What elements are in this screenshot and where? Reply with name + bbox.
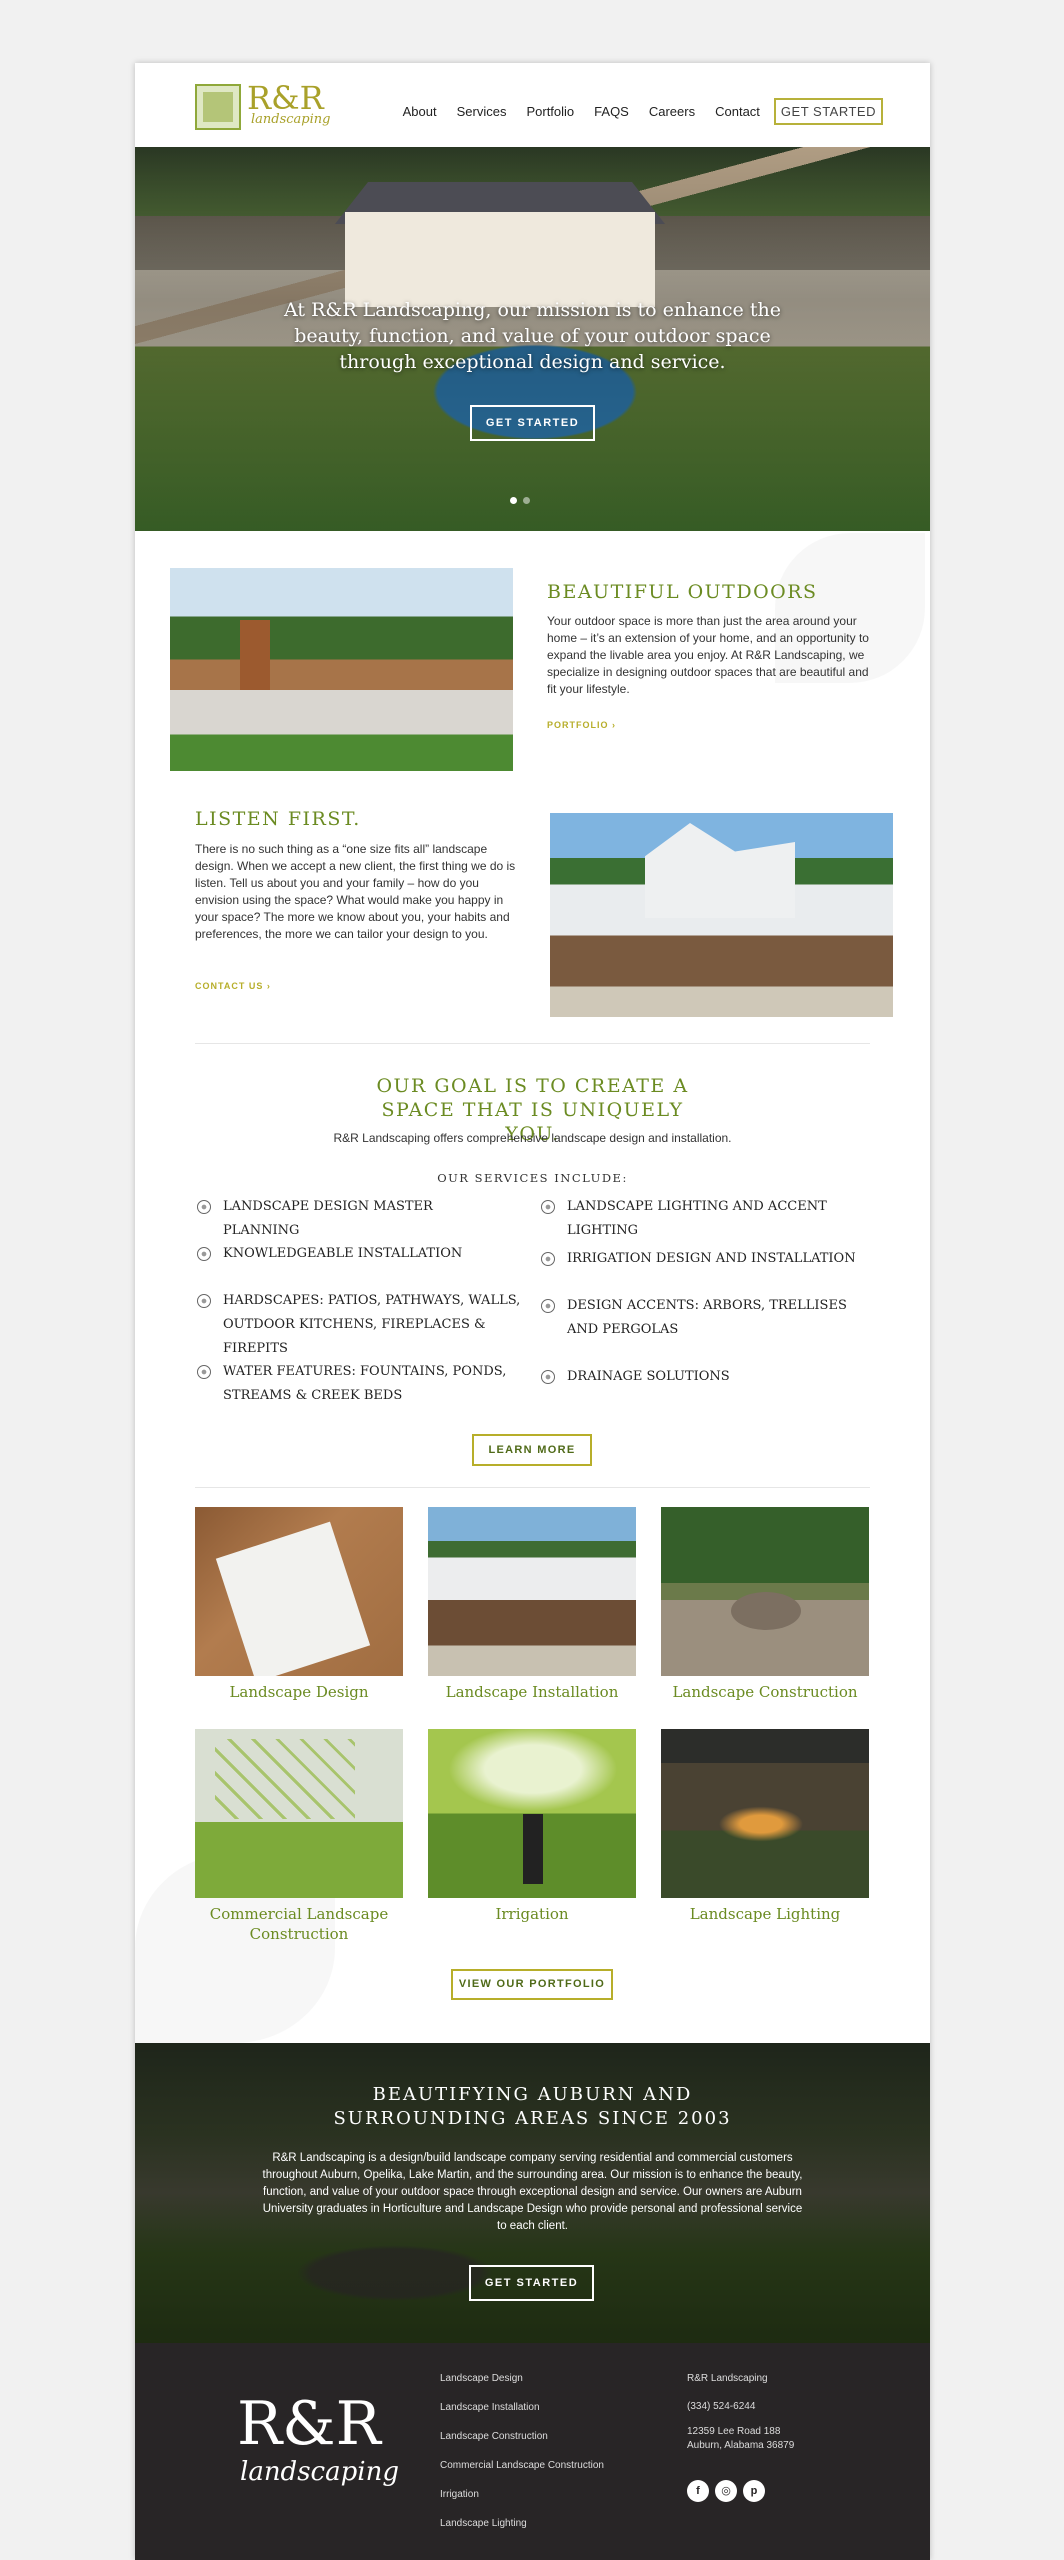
irrigation-photo[interactable] [428, 1729, 636, 1898]
logo-main-text: R&R [247, 79, 324, 117]
footer-link[interactable]: Landscape Installation [440, 2402, 604, 2431]
banner-title: BEAUTIFYING AUBURN AND SURROUNDING AREAS… [135, 2083, 930, 2131]
about-banner: BEAUTIFYING AUBURN AND SURROUNDING AREAS… [135, 2043, 930, 2343]
facebook-icon[interactable]: f [687, 2480, 709, 2502]
footer-link[interactable]: Landscape Lighting [440, 2518, 604, 2547]
portfolio-link[interactable]: PORTFOLIO › [547, 720, 616, 730]
footer-link[interactable]: Irrigation [440, 2489, 604, 2518]
nav-services[interactable]: Services [457, 104, 507, 119]
hero-house [345, 212, 655, 307]
service-badge-icon [197, 1294, 211, 1308]
service-label: LANDSCAPE DESIGN MASTER PLANNING [223, 1199, 433, 1238]
service-label: DRAINAGE SOLUTIONS [567, 1369, 730, 1384]
divider [195, 1043, 870, 1044]
service-badge-icon [197, 1365, 211, 1379]
slider-dot[interactable] [510, 497, 517, 504]
service-badge-icon [197, 1200, 211, 1214]
footer-links: Landscape Design Landscape Installation … [440, 2373, 604, 2547]
landscape-construction-photo[interactable] [661, 1507, 869, 1676]
service-label: HARDSCAPES: PATIOS, PATHWAYS, WALLS, OUT… [223, 1293, 521, 1356]
footer-phone[interactable]: (334) 524-6244 [687, 2400, 794, 2414]
service-badge-icon [197, 1247, 211, 1261]
nav-contact[interactable]: Contact [715, 104, 760, 119]
gallery-caption[interactable]: Landscape Design [195, 1682, 403, 1702]
banner-get-started-button[interactable]: GET STARTED [469, 2265, 594, 2301]
listen-text: There is no such thing as a “one size fi… [195, 842, 516, 941]
service-badge-icon [541, 1370, 555, 1384]
nav-about[interactable]: About [403, 104, 437, 119]
service-label: WATER FEATURES: FOUNTAINS, PONDS, STREAM… [223, 1364, 507, 1403]
site-header: R&R landscaping About Services Portfolio… [135, 63, 930, 147]
outdoors-title: BEAUTIFUL OUTDOORS [547, 581, 818, 603]
listen-title: LISTEN FIRST. [195, 808, 361, 830]
pinterest-icon[interactable]: p [743, 2480, 765, 2502]
service-label: KNOWLEDGEABLE INSTALLATION [223, 1246, 463, 1261]
main-nav: About Services Portfolio FAQS Careers Co… [383, 98, 883, 125]
service-badge-icon [541, 1252, 555, 1266]
nav-portfolio[interactable]: Portfolio [526, 104, 574, 119]
divider [195, 1487, 870, 1488]
footer-address-line1: 12359 Lee Road 188 [687, 2426, 781, 2437]
view-portfolio-button[interactable]: VIEW OUR PORTFOLIO [451, 1969, 613, 2000]
instagram-icon[interactable]: ◎ [715, 2480, 737, 2502]
footer-address-line2: Auburn, Alabama 36879 [687, 2440, 795, 2451]
service-label: LANDSCAPE LIGHTING AND ACCENT LIGHTING [567, 1199, 827, 1238]
landscape-lighting-photo[interactable] [661, 1729, 869, 1898]
slider-dot[interactable] [523, 497, 530, 504]
banner-text: R&R Landscaping is a design/build landsc… [262, 2152, 803, 2232]
gallery-caption[interactable]: Landscape Installation [428, 1682, 636, 1702]
logo-leaf-icon [195, 84, 241, 130]
footer-link[interactable]: Landscape Construction [440, 2431, 604, 2460]
services-heading: OUR SERVICES INCLUDE: [437, 1171, 628, 1185]
service-label: DESIGN ACCENTS: ARBORS, TRELLISES AND PE… [567, 1298, 847, 1337]
footer-logo-main: R&R [237, 2389, 381, 2459]
site-footer: R&R landscaping Landscape Design Landsca… [135, 2343, 930, 2560]
logo[interactable]: R&R landscaping [195, 80, 330, 132]
hero-mission-text: At R&R Landscaping, our mission is to en… [284, 299, 781, 373]
gallery-caption[interactable]: Irrigation [428, 1904, 636, 1924]
footer-company: R&R Landscaping [687, 2373, 768, 2384]
footer-link[interactable]: Commercial Landscape Construction [440, 2460, 604, 2489]
footer-logo-sub: landscaping [240, 2457, 399, 2487]
footer-link[interactable]: Landscape Design [440, 2373, 604, 2402]
hero-get-started-button[interactable]: GET STARTED [470, 405, 595, 441]
social-links: f ◎ p [687, 2480, 765, 2502]
service-badge-icon [541, 1200, 555, 1214]
nav-careers[interactable]: Careers [649, 104, 695, 119]
hero-slider: At R&R Landscaping, our mission is to en… [135, 147, 930, 531]
learn-more-button[interactable]: LEARN MORE [472, 1434, 592, 1466]
front-yard-photo [550, 813, 893, 1017]
footer-logo[interactable]: R&R landscaping [237, 2389, 399, 2503]
goal-subtitle: R&R Landscaping offers comprehensive lan… [333, 1131, 732, 1145]
banner-title-text: BEAUTIFYING AUBURN AND SURROUNDING AREAS… [333, 2084, 732, 2129]
get-started-button[interactable]: GET STARTED [773, 98, 883, 125]
commercial-construction-photo[interactable] [195, 1729, 403, 1898]
service-label: IRRIGATION DESIGN AND INSTALLATION [567, 1251, 856, 1266]
page: R&R landscaping About Services Portfolio… [135, 63, 930, 2560]
landscape-design-photo[interactable] [195, 1507, 403, 1676]
slider-dots [510, 497, 530, 504]
gallery-caption[interactable]: Landscape Construction [661, 1682, 869, 1702]
service-badge-icon [541, 1299, 555, 1313]
gallery-caption[interactable]: Commercial Landscape Construction [195, 1904, 403, 1944]
outdoor-living-photo [170, 568, 513, 771]
landscape-installation-photo[interactable] [428, 1507, 636, 1676]
contact-us-link[interactable]: CONTACT US › [195, 981, 271, 991]
footer-contact-info: R&R Landscaping (334) 524-6244 12359 Lee… [687, 2372, 794, 2453]
nav-faqs[interactable]: FAQS [594, 104, 629, 119]
outdoors-text: Your outdoor space is more than just the… [547, 614, 869, 696]
logo-sub-text: landscaping [251, 112, 331, 127]
gallery-caption[interactable]: Landscape Lighting [661, 1904, 869, 1924]
